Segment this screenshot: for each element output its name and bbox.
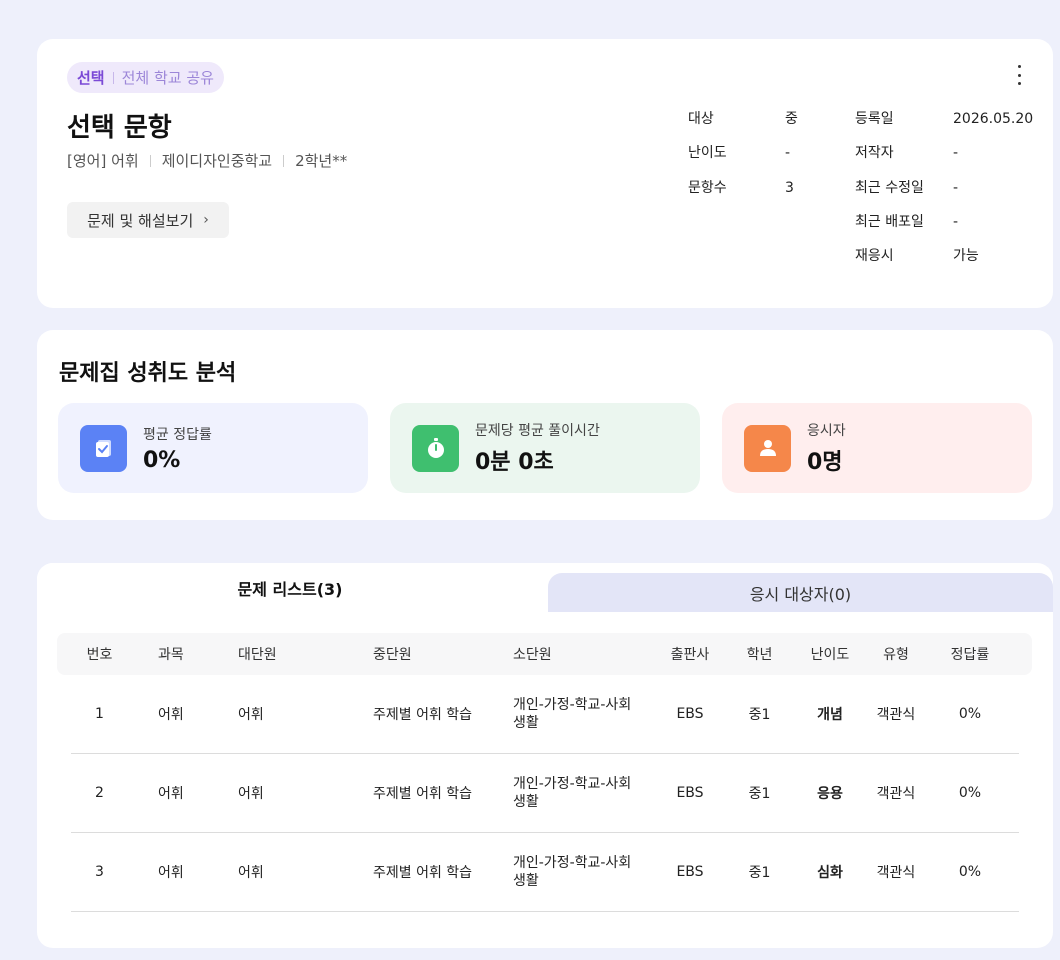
column-header: 번호 — [86, 647, 113, 663]
cell-number: 3 — [95, 864, 104, 880]
column-header: 과목 — [158, 647, 184, 663]
section-title: 문제집 성취도 분석 — [59, 361, 237, 386]
stat-average-solve-time: 문제당 평균 풀이시간 0분 0초 — [390, 403, 700, 493]
cell-major-unit: 어휘 — [238, 707, 264, 723]
cell-minor-unit: 개인-가정-학교-사회 생활 — [513, 776, 632, 810]
column-header: 난이도 — [810, 647, 850, 663]
achievement-analysis-card: 문제집 성취도 분석 평균 정답률 0% 문제당 평균 풀이시간 0분 0초 응… — [37, 330, 1053, 520]
more-options-icon[interactable] — [1013, 65, 1025, 85]
stat-value: 0% — [143, 447, 181, 473]
stopwatch-icon — [412, 424, 459, 472]
cell-publisher: EBS — [676, 785, 704, 801]
stat-label: 문제당 평균 풀이시간 — [475, 423, 600, 439]
meta-right-labels: 등록일 저작자 최근 수정일 최근 배포일 재응시 — [855, 109, 924, 280]
badge-type: 선택 — [77, 69, 105, 87]
cell-minor-unit: 개인-가정-학교-사회 생활 — [513, 697, 632, 731]
badge-share-scope: 전체 학교 공유 — [121, 69, 214, 87]
meta-value: 가능 — [953, 248, 979, 265]
column-header: 정답률 — [950, 647, 990, 663]
school-label: 제이디자인중학교 — [161, 152, 273, 170]
column-header: 출판사 — [670, 647, 710, 663]
subject-label: [영어] 어휘 — [67, 152, 139, 170]
cell-correct-rate: 0% — [958, 785, 982, 801]
column-header: 학년 — [746, 647, 773, 663]
meta-value: - — [953, 213, 959, 230]
meta-label: 최근 배포일 — [855, 213, 924, 230]
cell-middle-unit: 주제별 어휘 학습 — [373, 786, 473, 802]
column-header: 소단원 — [513, 647, 552, 663]
meta-label: 저작자 — [855, 145, 894, 162]
cell-major-unit: 어휘 — [238, 786, 264, 802]
cell-correct-rate: 0% — [958, 706, 982, 722]
tab-question-list[interactable]: 문제 리스트(3) — [37, 563, 543, 612]
cell-grade: 중1 — [748, 786, 771, 802]
column-header: 유형 — [883, 647, 909, 663]
meta-label: 재응시 — [855, 248, 894, 265]
divider — [149, 154, 151, 167]
cell-difficulty: 심화 — [817, 865, 843, 881]
meta-label: 등록일 — [855, 111, 894, 127]
chevron-right-icon: › — [203, 212, 209, 228]
stat-average-correct-rate: 평균 정답률 0% — [58, 403, 368, 493]
cell-difficulty: 개념 — [817, 707, 843, 723]
cell-type: 객관식 — [876, 786, 916, 802]
cell-publisher: EBS — [676, 864, 704, 880]
meta-label: 문항수 — [688, 179, 727, 196]
table-row[interactable]: 3 어휘 어휘 주제별 어휘 학습 개인-가정-학교-사회 생활 EBS 중1 … — [71, 833, 1019, 912]
question-list-card: 응시 대상자(0) 문제 리스트(3) 번호 과목 대단원 중단원 소단원 출판… — [37, 563, 1053, 948]
grade-label: 2학년** — [295, 152, 348, 170]
cell-middle-unit: 주제별 어휘 학습 — [373, 707, 473, 723]
exam-info-card: 선택 전체 학교 공유 선택 문항 [영어] 어휘 제이디자인중학교 2학년**… — [37, 39, 1053, 308]
meta-value: - — [953, 179, 959, 196]
cell-type: 객관식 — [876, 707, 916, 723]
view-questions-label: 문제 및 해설보기 — [87, 211, 194, 230]
meta-value: 3 — [785, 179, 794, 196]
view-questions-button[interactable]: 문제 및 해설보기 › — [67, 202, 229, 238]
stat-value: 0명 — [807, 450, 843, 475]
divider — [283, 154, 285, 167]
meta-label: 대상 — [688, 111, 714, 127]
stat-value: 0분 0초 — [475, 450, 554, 475]
tab-examinees[interactable]: 응시 대상자(0) — [548, 573, 1053, 612]
document-check-icon — [80, 424, 127, 472]
meta-label: 난이도 — [688, 145, 727, 162]
page-title: 선택 문항 — [67, 113, 172, 143]
column-header: 대단원 — [238, 647, 277, 663]
table-row[interactable]: 1 어휘 어휘 주제별 어휘 학습 개인-가정-학교-사회 생활 EBS 중1 … — [71, 675, 1019, 754]
stat-label: 평균 정답률 — [143, 426, 212, 443]
cell-correct-rate: 0% — [958, 864, 982, 880]
cell-type: 객관식 — [876, 865, 916, 881]
cell-number: 1 — [95, 706, 104, 722]
person-icon — [744, 424, 791, 472]
meta-value: - — [785, 145, 791, 162]
cell-major-unit: 어휘 — [238, 865, 264, 881]
meta-left-values: 중 - 3 — [785, 109, 798, 212]
meta-value: 2026.05.20 — [953, 111, 1034, 127]
meta-value: 중 — [785, 111, 798, 127]
exam-subinfo: [영어] 어휘 제이디자인중학교 2학년** — [67, 150, 347, 171]
cell-number: 2 — [95, 785, 104, 801]
cell-grade: 중1 — [748, 707, 771, 723]
stat-examinees: 응시자 0명 — [722, 403, 1032, 493]
cell-subject: 어휘 — [158, 865, 184, 881]
cell-subject: 어휘 — [158, 707, 184, 723]
cell-difficulty: 응용 — [817, 786, 843, 802]
share-badge: 선택 전체 학교 공유 — [67, 62, 224, 93]
cell-publisher: EBS — [676, 706, 704, 722]
column-header: 중단원 — [373, 647, 412, 663]
meta-value: - — [953, 145, 959, 162]
cell-middle-unit: 주제별 어휘 학습 — [373, 865, 473, 881]
table-row[interactable]: 2 어휘 어휘 주제별 어휘 학습 개인-가정-학교-사회 생활 EBS 중1 … — [71, 754, 1019, 833]
cell-grade: 중1 — [748, 865, 771, 881]
badge-divider — [112, 71, 114, 84]
cell-minor-unit: 개인-가정-학교-사회 생활 — [513, 855, 632, 889]
stat-label: 응시자 — [807, 423, 846, 439]
cell-subject: 어휘 — [158, 786, 184, 802]
meta-right-values: 2026.05.20 - - - 가능 — [953, 109, 1033, 280]
meta-label: 최근 수정일 — [855, 179, 924, 196]
meta-left-labels: 대상 난이도 문항수 — [688, 109, 727, 212]
table-header: 번호 과목 대단원 중단원 소단원 출판사 학년 난이도 유형 정답률 — [57, 633, 1032, 675]
